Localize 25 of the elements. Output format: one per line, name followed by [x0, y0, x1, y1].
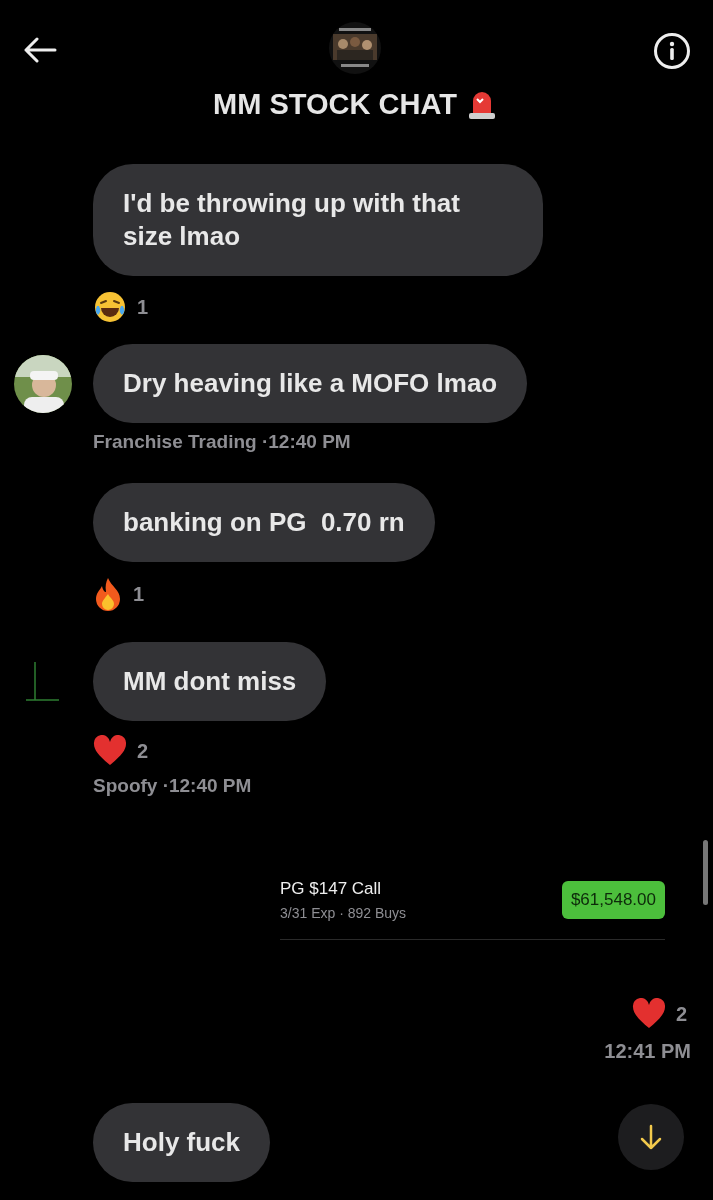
info-icon[interactable] — [653, 32, 691, 70]
message-bubble: banking on PG 0.70 rn — [93, 483, 435, 562]
flame-icon[interactable] — [93, 576, 123, 612]
line-chart-icon — [24, 659, 61, 704]
reaction-count: 1 — [133, 582, 145, 606]
message-meta: 12:41 PM — [604, 1040, 691, 1063]
trade-detail: 3/31 Exp · 892 Buys — [280, 905, 407, 921]
message-bubble: I'd be throwing up with that size lmao — [93, 164, 543, 276]
back-icon[interactable] — [23, 37, 57, 63]
reaction-count: 2 — [675, 1002, 687, 1026]
message-bubble: MM dont miss — [93, 642, 327, 721]
scroll-down-button[interactable] — [618, 1104, 684, 1170]
reaction-count: 2 — [137, 739, 149, 763]
chat-title: MM STOCK CHAT — [213, 87, 457, 121]
message-meta: Spoofy ·12:40 PM — [93, 775, 252, 797]
message-bubble: Dry heaving like a MOFO lmao — [93, 344, 528, 423]
heart-icon[interactable] — [631, 998, 666, 1030]
heart-icon[interactable] — [93, 735, 127, 767]
trade-amount: $61,548.00 — [561, 881, 665, 919]
trade-card[interactable]: PG $147 Call 3/31 Exp · 892 Buys $61,548.00 — [280, 867, 665, 940]
reaction-count: 1 — [137, 295, 149, 319]
trade-title: PG $147 Call — [280, 879, 383, 899]
laughing-emoji-icon[interactable] — [93, 290, 127, 324]
message-bubble: Holy fuck — [93, 1103, 271, 1182]
message-meta: Franchise Trading ·12:40 PM — [93, 431, 351, 453]
